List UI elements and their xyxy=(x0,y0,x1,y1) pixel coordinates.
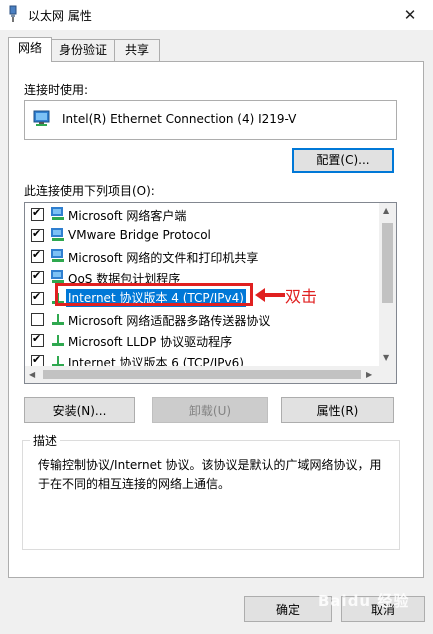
list-item[interactable]: Microsoft 网络适配器多路传送器协议 xyxy=(25,309,377,330)
install-button[interactable]: 安装(N)... xyxy=(24,397,135,423)
list-item-label: VMware Bridge Protocol xyxy=(68,228,211,242)
list-item-label: Microsoft 网络客户端 xyxy=(68,209,187,223)
horizontal-scrollbar[interactable]: ◀ ▶ xyxy=(25,366,379,383)
tab-network[interactable]: 网络 xyxy=(8,37,52,62)
horizontal-scroll-thumb[interactable] xyxy=(43,370,361,379)
list-item[interactable]: Microsoft 网络的文件和打印机共享 xyxy=(25,246,377,267)
scroll-down-icon[interactable]: ▼ xyxy=(383,353,389,362)
protocol-icon xyxy=(52,314,64,325)
uninstall-button[interactable]: 卸载(U) xyxy=(152,397,268,423)
checkbox[interactable] xyxy=(31,290,44,305)
annotation-highlight-box xyxy=(55,283,253,306)
network-client-icon xyxy=(51,207,64,220)
properties-button[interactable]: 属性(R) xyxy=(281,397,394,423)
items-label: 此连接使用下列项目(O): xyxy=(24,184,155,198)
adapter-box: Intel(R) Ethernet Connection (4) I219-V xyxy=(24,100,397,140)
scroll-up-icon[interactable]: ▲ xyxy=(383,206,389,215)
vertical-scrollbar[interactable]: ▲ ▼ xyxy=(379,203,396,366)
network-client-icon xyxy=(51,249,64,262)
tab-sharing[interactable]: 共享 xyxy=(114,39,160,61)
connect-using-label: 连接时使用: xyxy=(24,83,89,97)
list-item-label: Microsoft 网络适配器多路传送器协议 xyxy=(68,314,271,328)
checkbox[interactable] xyxy=(31,269,44,284)
list-item[interactable]: Microsoft 网络客户端 xyxy=(25,204,377,225)
close-button[interactable]: ✕ xyxy=(387,0,433,30)
list-item[interactable]: VMware Bridge Protocol xyxy=(25,225,377,246)
list-item-label: Microsoft LLDP 协议驱动程序 xyxy=(68,335,233,349)
close-icon: ✕ xyxy=(403,6,417,24)
checkbox[interactable] xyxy=(31,206,44,221)
description-title: 描述 xyxy=(30,432,61,449)
vertical-scroll-thumb[interactable] xyxy=(382,223,393,303)
title-bar: 以太网 属性 ✕ xyxy=(0,0,433,30)
scroll-corner xyxy=(379,366,396,383)
checkbox[interactable] xyxy=(31,313,44,326)
scroll-left-icon[interactable]: ◀ xyxy=(29,370,35,379)
list-item-label: Microsoft 网络的文件和打印机共享 xyxy=(68,251,259,265)
network-cable-icon xyxy=(9,5,17,22)
adapter-name: Intel(R) Ethernet Connection (4) I219-V xyxy=(62,112,297,126)
checkbox[interactable] xyxy=(31,227,44,242)
description-text: 传输控制协议/Internet 协议。该协议是默认的广域网络协议，用于在不同的相… xyxy=(38,458,382,491)
checkbox[interactable] xyxy=(31,332,44,347)
protocol-icon xyxy=(52,335,64,346)
window-title: 以太网 属性 xyxy=(28,9,92,23)
network-adapter-icon xyxy=(33,110,50,126)
annotation-arrow-icon xyxy=(255,288,285,302)
tab-authentication[interactable]: 身份验证 xyxy=(50,39,116,61)
configure-button[interactable]: 配置(C)... xyxy=(292,148,394,173)
watermark: Baidu 经验 xyxy=(318,592,410,610)
tab-strip: 网络 身份验证 共享 xyxy=(0,37,433,62)
network-client-icon xyxy=(51,228,64,241)
annotation-text: 双击 xyxy=(285,287,318,306)
list-item[interactable]: Microsoft LLDP 协议驱动程序 xyxy=(25,330,377,351)
scroll-right-icon[interactable]: ▶ xyxy=(366,370,372,379)
checkbox[interactable] xyxy=(31,248,44,263)
